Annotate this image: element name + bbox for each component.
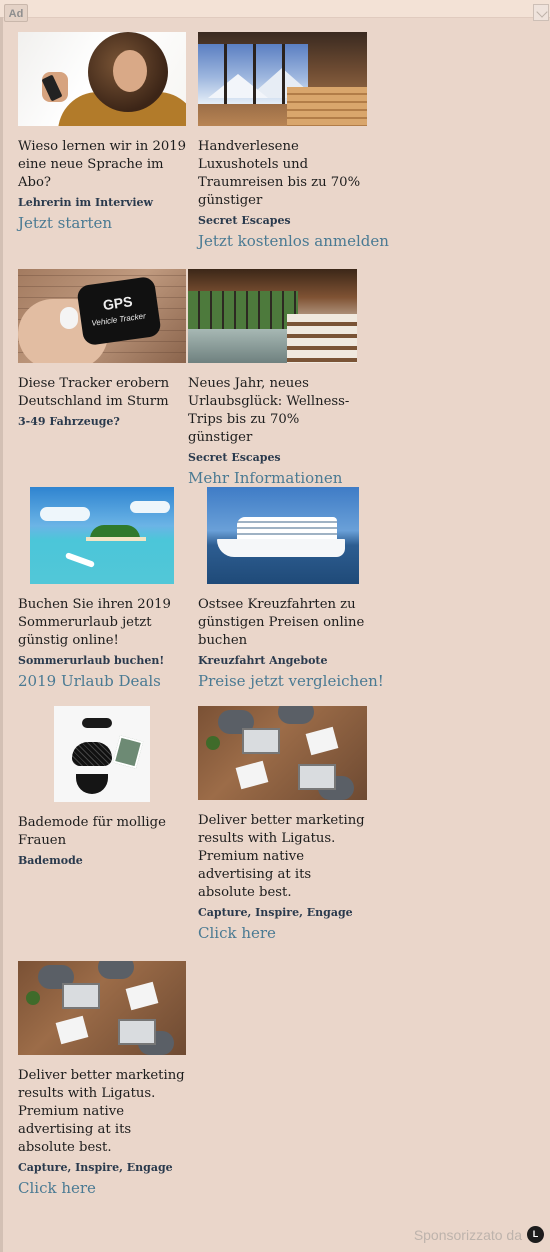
ad-card-wellness[interactable]: Neues Jahr, neues Urlaubsglück: Wellness… xyxy=(188,269,360,488)
ligatus-logo-icon[interactable]: L xyxy=(527,1226,544,1243)
ad-cta-link[interactable]: Click here xyxy=(198,923,370,943)
ad-cta-link[interactable]: Mehr Informationen xyxy=(188,468,360,488)
ad-title[interactable]: Deliver better marketing results with Li… xyxy=(198,812,370,902)
ad-card-cruise[interactable]: Ostsee Kreuzfahrten zu günstigen Preisen… xyxy=(198,487,384,691)
ad-card-ligatus-2[interactable]: Deliver better marketing results with Li… xyxy=(18,961,190,1198)
ad-image-cruise-ship[interactable] xyxy=(207,487,359,584)
ad-title[interactable]: Handverlesene Luxushotels und Traumreise… xyxy=(198,138,370,210)
ad-image-meeting[interactable] xyxy=(198,706,367,800)
ad-source[interactable]: Capture, Inspire, Engage xyxy=(198,905,370,921)
ad-title[interactable]: Wieso lernen wir in 2019 eine neue Sprac… xyxy=(18,138,190,192)
ad-image-island[interactable] xyxy=(30,487,174,584)
ad-cta-link[interactable]: Click here xyxy=(18,1178,190,1198)
ad-image-pool[interactable] xyxy=(188,269,357,363)
ad-source[interactable]: Capture, Inspire, Engage xyxy=(18,1160,190,1176)
ad-cta-link[interactable]: 2019 Urlaub Deals xyxy=(18,671,190,691)
ad-title[interactable]: Ostsee Kreuzfahrten zu günstigen Preisen… xyxy=(198,596,370,650)
ad-image-woman-phone[interactable] xyxy=(18,32,186,126)
adchoices-icon[interactable] xyxy=(533,4,549,21)
ad-cta-link[interactable]: Jetzt kostenlos anmelden xyxy=(198,231,389,251)
ad-card-ligatus-1[interactable]: Deliver better marketing results with Li… xyxy=(198,706,370,943)
ad-card-language[interactable]: Wieso lernen wir in 2019 eine neue Sprac… xyxy=(18,32,190,233)
gps-device-sublabel: Vehicle Tracker xyxy=(90,311,147,328)
ad-cta-link[interactable]: Jetzt starten xyxy=(18,213,190,233)
sponsored-by-text[interactable]: Sponsorizzato da xyxy=(414,1227,522,1243)
ad-title[interactable]: Deliver better marketing results with Li… xyxy=(18,1067,190,1157)
ad-card-luxury-hotels[interactable]: Handverlesene Luxushotels und Traumreise… xyxy=(198,32,389,251)
ad-image-meeting[interactable] xyxy=(18,961,186,1055)
ad-source[interactable]: Bademode xyxy=(18,853,190,869)
ad-card-swimwear[interactable]: Bademode für mollige Frauen Bademode xyxy=(18,706,190,869)
ad-title[interactable]: Neues Jahr, neues Urlaubsglück: Wellness… xyxy=(188,375,360,447)
ad-image-sauna[interactable] xyxy=(198,32,367,126)
ad-source[interactable]: Kreuzfahrt Angebote xyxy=(198,653,370,669)
ad-image-gps-tracker[interactable]: GPS Vehicle Tracker xyxy=(18,269,186,363)
ad-source[interactable]: 3-49 Fahrzeuge? xyxy=(18,414,190,430)
ad-header-bar xyxy=(0,0,550,18)
ad-card-summer-holiday[interactable]: Buchen Sie ihren 2019 Sommerurlaub jetzt… xyxy=(18,487,190,691)
ad-title[interactable]: Diese Tracker erobern Deutschland im Stu… xyxy=(18,375,190,411)
ad-card-gps-tracker[interactable]: GPS Vehicle Tracker Diese Tracker erober… xyxy=(18,269,190,430)
sponsored-by[interactable]: Sponsorizzato da L xyxy=(414,1226,544,1243)
ad-source[interactable]: Lehrerin im Interview xyxy=(18,195,190,211)
ad-image-swimwear[interactable] xyxy=(54,706,150,802)
ad-source[interactable]: Secret Escapes xyxy=(188,450,360,466)
ad-title[interactable]: Bademode für mollige Frauen xyxy=(18,814,190,850)
ad-cta-link[interactable]: Preise jetzt vergleichen! xyxy=(198,671,384,691)
gps-device-label: GPS xyxy=(101,293,134,314)
ad-source[interactable]: Secret Escapes xyxy=(198,213,370,229)
left-border xyxy=(0,17,3,1252)
ad-source[interactable]: Sommerurlaub buchen! xyxy=(18,653,190,669)
ad-badge[interactable]: Ad xyxy=(4,4,28,22)
ad-title[interactable]: Buchen Sie ihren 2019 Sommerurlaub jetzt… xyxy=(18,596,190,650)
